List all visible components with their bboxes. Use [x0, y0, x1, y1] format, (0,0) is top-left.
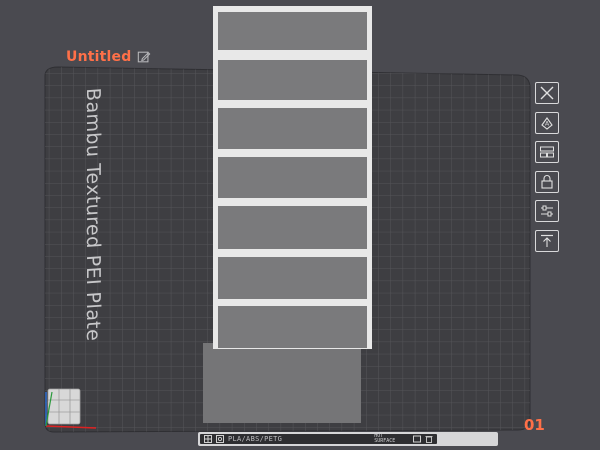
plate-icon[interactable]	[413, 435, 422, 443]
surface-label: HOT SURFACE	[374, 433, 396, 444]
delete-plate-button[interactable]	[535, 82, 559, 104]
move-to-top-button[interactable]	[535, 229, 559, 252]
lock-plate-button[interactable]	[535, 170, 559, 193]
arrange-button[interactable]	[535, 141, 559, 163]
info-segment: PLA/ABS/PETG HOT SURFACE	[200, 433, 438, 444]
close-icon	[540, 86, 554, 100]
plate-name[interactable]: Untitled	[66, 49, 151, 65]
plate-toolbar: A	[535, 82, 561, 259]
plate-info-bar: PLA/ABS/PETG HOT SURFACE	[198, 432, 498, 446]
plate-title-text: Untitled	[66, 49, 132, 65]
plate-settings-button[interactable]	[535, 200, 559, 222]
scan-icon[interactable]	[216, 435, 224, 443]
model-object	[203, 6, 372, 423]
layout-icon[interactable]	[204, 435, 212, 443]
bed-type-label: Bambu Textured PEI Plate	[82, 87, 104, 342]
lock-icon	[541, 174, 553, 189]
trash-icon[interactable]	[425, 435, 433, 443]
edit-icon[interactable]	[137, 50, 151, 64]
arrange-icon	[540, 146, 554, 158]
move-to-top-icon	[541, 234, 553, 247]
settings-sliders-icon	[541, 205, 553, 217]
plate-number: 01	[524, 416, 545, 434]
auto-orient-icon: A	[541, 116, 553, 130]
auto-orient-button[interactable]: A	[535, 111, 559, 134]
filament-type-label: PLA/ABS/PETG	[228, 435, 283, 443]
viewport-3d[interactable]: Untitled Bambu Textured PEI Plate A 01 P…	[0, 0, 600, 450]
